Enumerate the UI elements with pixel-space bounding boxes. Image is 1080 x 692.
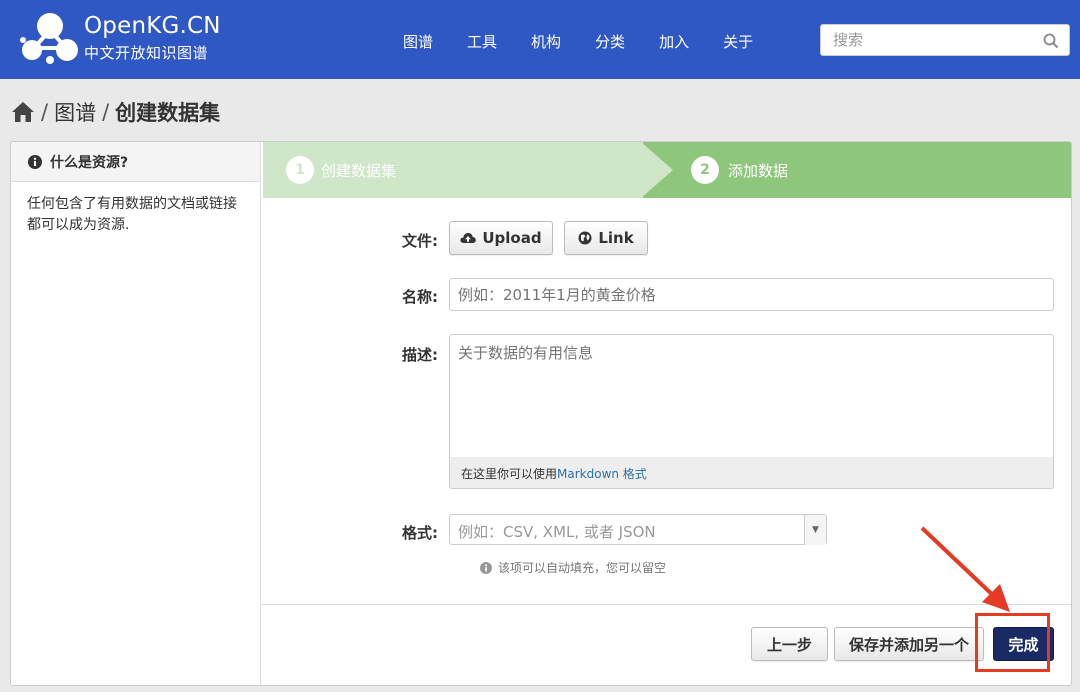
save-and-add-another-label: 保存并添加另一个 [848, 635, 969, 654]
step-create-dataset[interactable]: 1 创建数据集 [263, 142, 673, 198]
sidebar: 什么是资源? 任何包含了有用数据的文档或链接都可以成为资源. [11, 142, 261, 685]
autofill-hint-text: 该项可以自动填充，您可以留空 [498, 561, 667, 575]
search-input[interactable] [821, 25, 1031, 55]
format-select[interactable]: 例如：CSV, XML, 或者 JSON ▼ [449, 514, 827, 545]
breadcrumb-separator: / [102, 100, 110, 124]
info-icon [28, 154, 42, 169]
top-navbar: OpenKG.CN 中文开放知识图谱 图谱 工具 机构 分类 加入 关于 [0, 0, 1080, 79]
autofill-hint: 该项可以自动填充，您可以留空 [480, 559, 666, 576]
save-and-add-another-button[interactable]: 保存并添加另一个 [834, 627, 984, 661]
markdown-hint: 在这里你可以使用Markdown 格式 [449, 457, 1054, 489]
brand-name[interactable]: OpenKG.CN [84, 13, 221, 39]
nav-item-join[interactable]: 加入 [659, 31, 689, 52]
markdown-hint-text: 在这里你可以使用 [461, 467, 558, 481]
name-label: 名称: [402, 288, 438, 306]
upload-button[interactable]: Upload [449, 221, 553, 255]
previous-step-button[interactable]: 上一步 [751, 627, 828, 661]
step-number: 2 [691, 156, 719, 184]
sidebar-title: 什么是资源? [50, 154, 129, 171]
step-label: 创建数据集 [321, 162, 397, 180]
format-placeholder: 例如：CSV, XML, 或者 JSON [458, 523, 656, 541]
step-number: 1 [286, 156, 314, 184]
main-nav: 图谱 工具 机构 分类 加入 关于 [403, 31, 787, 52]
finish-button-highlight [975, 613, 1050, 672]
name-input[interactable] [449, 278, 1054, 311]
link-button-label: Link [598, 229, 634, 247]
file-label: 文件: [402, 232, 438, 250]
dropdown-arrow-icon[interactable]: ▼ [804, 515, 826, 545]
description-label: 描述: [402, 346, 438, 364]
breadcrumb: / 图谱 / 创建数据集 [11, 97, 220, 127]
search-icon[interactable] [1043, 33, 1059, 49]
search-box [820, 24, 1070, 56]
markdown-link[interactable]: Markdown 格式 [557, 467, 647, 481]
openkg-logo-icon[interactable] [20, 10, 80, 66]
breadcrumb-separator: / [41, 100, 49, 124]
globe-icon [578, 231, 592, 245]
sidebar-description: 任何包含了有用数据的文档或链接都可以成为资源. [27, 196, 237, 233]
brand-subtitle[interactable]: 中文开放知识图谱 [84, 42, 208, 63]
description-textarea[interactable] [449, 334, 1054, 458]
info-icon [480, 561, 492, 574]
step-label: 添加数据 [728, 162, 789, 180]
annotation-arrow-icon [920, 526, 1010, 612]
nav-item-graphs[interactable]: 图谱 [403, 31, 433, 52]
cloud-upload-icon [460, 233, 477, 243]
previous-step-label: 上一步 [766, 635, 812, 654]
sidebar-heading: 什么是资源? [11, 142, 260, 182]
nav-item-categories[interactable]: 分类 [595, 31, 625, 52]
breadcrumb-graphs[interactable]: 图谱 [54, 97, 96, 127]
home-icon[interactable] [11, 101, 35, 123]
step-arrow-icon [641, 142, 673, 198]
upload-button-label: Upload [482, 229, 542, 247]
nav-item-about[interactable]: 关于 [723, 31, 753, 52]
step-add-data[interactable]: 2 添加数据 [643, 142, 1071, 198]
breadcrumb-current[interactable]: 创建数据集 [115, 97, 220, 127]
format-label: 格式: [402, 524, 438, 542]
link-button[interactable]: Link [564, 221, 648, 255]
nav-item-organizations[interactable]: 机构 [531, 31, 561, 52]
stage-steps: 1 创建数据集 2 添加数据 [263, 142, 1071, 198]
nav-item-tools[interactable]: 工具 [467, 31, 497, 52]
